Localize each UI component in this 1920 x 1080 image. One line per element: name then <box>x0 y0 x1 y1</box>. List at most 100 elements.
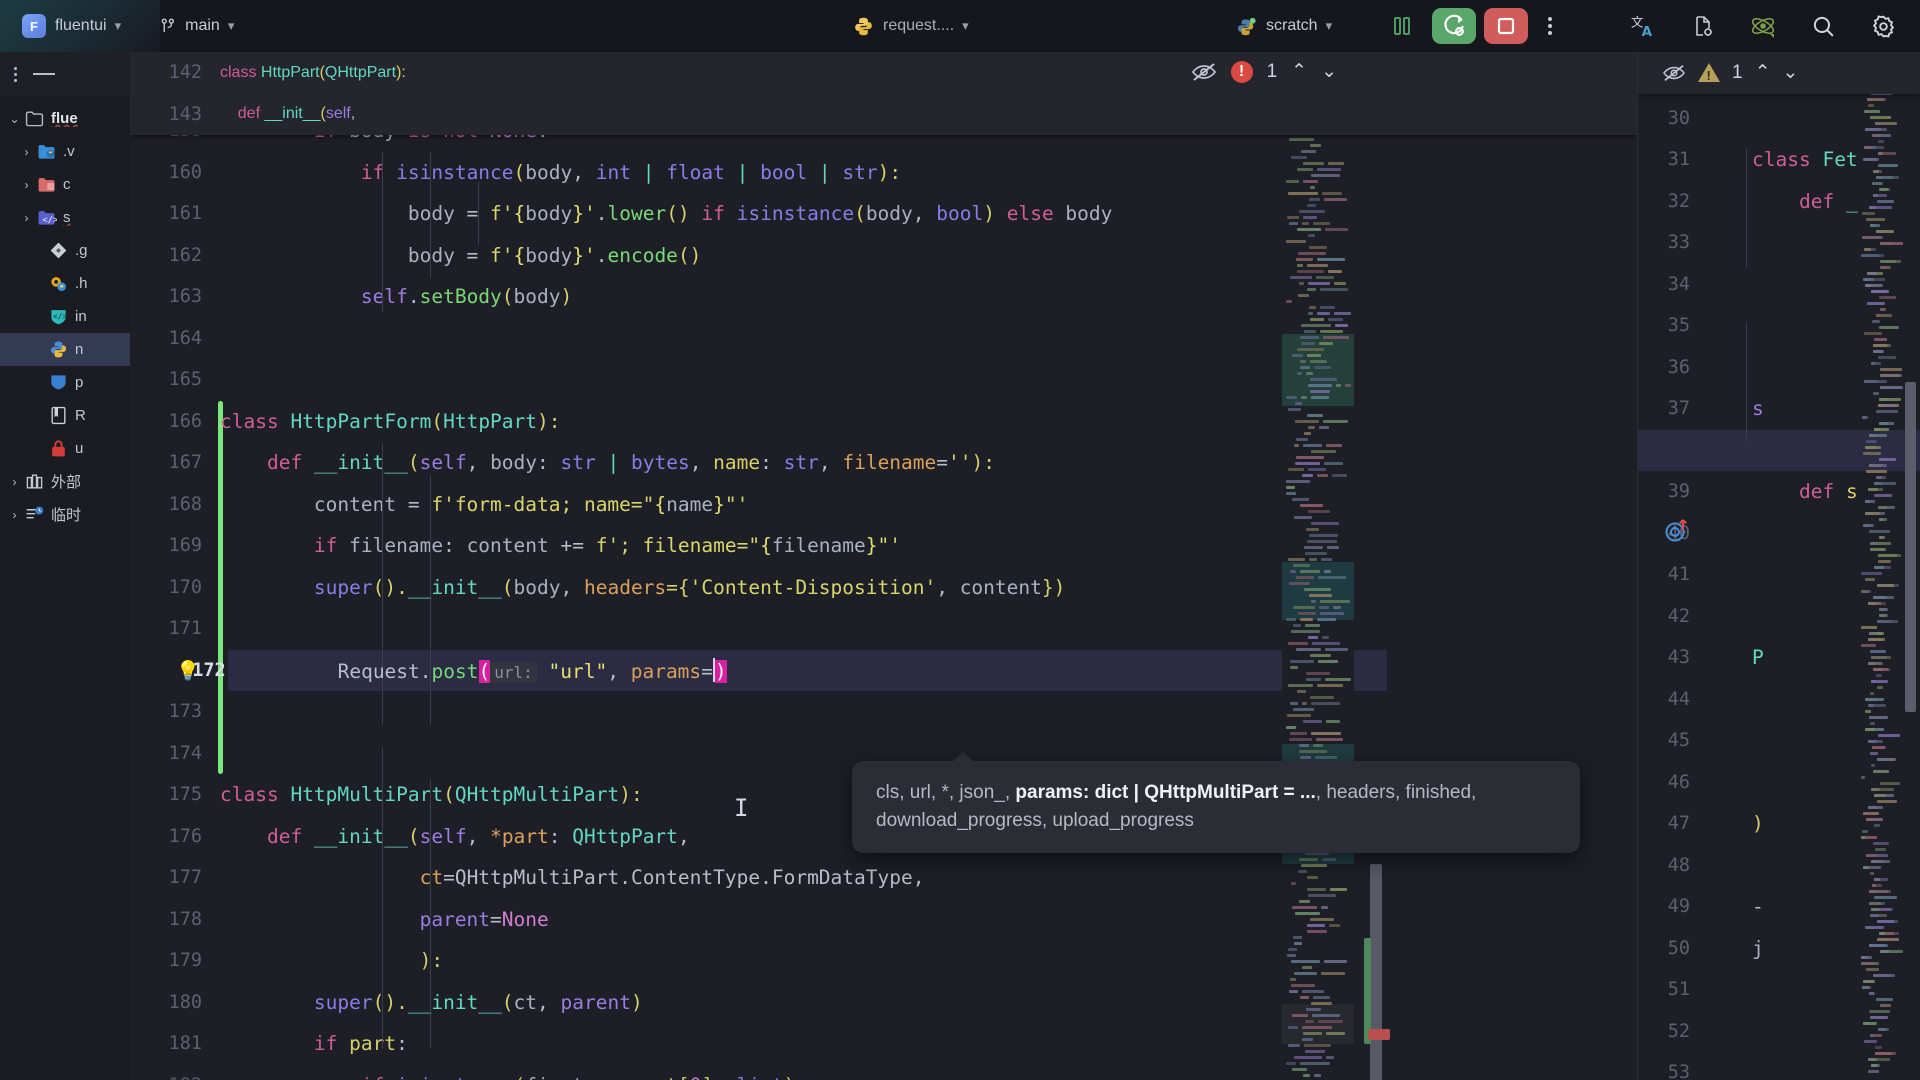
scratch-configuration-selector[interactable]: scratch ▾ <box>1228 11 1340 42</box>
code-line-173[interactable]: 173 <box>130 691 1637 733</box>
minimap-code-line <box>1322 636 1329 639</box>
rerun-button[interactable] <box>1432 8 1476 44</box>
more-options-button[interactable] <box>1536 9 1564 43</box>
code-line-171[interactable]: 171 <box>130 608 1637 650</box>
collapse-all-button[interactable] <box>33 73 55 75</box>
tree-item-3[interactable]: › </> s <box>0 201 130 234</box>
code-line-178[interactable]: 178 parent=None <box>130 899 1637 941</box>
minimap-code-line <box>1300 996 1309 999</box>
line-text: j <box>1700 937 1764 960</box>
intention-bulb-icon[interactable]: 💡 <box>176 659 200 682</box>
code-line-180[interactable]: 180 super().__init__(ct, parent) <box>130 982 1637 1024</box>
editor-scrollbar[interactable] <box>1364 52 1390 1080</box>
minimap-code-line <box>1302 474 1313 477</box>
code-line-165[interactable]: 165 <box>130 359 1637 401</box>
eye-crossed-icon[interactable] <box>1662 63 1686 83</box>
tree-item-7[interactable]: n <box>0 333 130 366</box>
eye-crossed-icon[interactable] <box>1191 61 1217 83</box>
secondary-scrollbar-thumb[interactable] <box>1905 382 1916 712</box>
code-line-177[interactable]: 177 ct=QHttpMultiPart.ContentType.FormDa… <box>130 857 1637 899</box>
chevron-right-icon[interactable]: › <box>18 145 35 159</box>
code-line-167[interactable]: 167 def __init__(self, body: str | bytes… <box>130 442 1637 484</box>
search-button[interactable] <box>1810 13 1836 39</box>
code-line-170[interactable]: 170 super().__init__(body, headers={'Con… <box>130 567 1637 609</box>
code-line-160[interactable]: 160 if isinstance(body, int | float | bo… <box>130 152 1637 194</box>
project-options-button[interactable] <box>14 66 17 82</box>
code-editor[interactable]: 159 if body is not None:160 if isinstanc… <box>130 52 1637 1080</box>
minimap-code-line <box>1308 510 1330 513</box>
code-token: : <box>760 451 784 475</box>
code-line-166[interactable]: 166 class HttpPartForm(HttpPart): <box>130 401 1637 443</box>
code-line-181[interactable]: 181 if part: <box>130 1023 1637 1065</box>
code-token: ) <box>560 285 573 309</box>
secondary-inspection-widget[interactable]: 1 ⌃ ⌄ <box>1662 61 1798 84</box>
secondary-editor-pane[interactable]: 293031class Fet32 def _3334353637s3839 d… <box>1637 52 1920 1080</box>
stop-button[interactable] <box>1484 8 1528 44</box>
code-token: __init__ <box>264 105 321 123</box>
file-settings-button[interactable] <box>1690 13 1716 39</box>
chevron-right-icon[interactable]: › <box>6 508 23 522</box>
chevron-right-icon[interactable]: › <box>6 475 23 489</box>
run-configuration-selector[interactable]: request.... ▾ <box>845 11 977 42</box>
line-text: s <box>1700 397 1764 420</box>
minimap-code-line <box>1879 608 1888 611</box>
tree-item-11[interactable]: › 外部 <box>0 465 130 498</box>
chevron-down-icon[interactable]: ⌄ <box>1321 60 1337 83</box>
branch-selector[interactable]: main ▾ <box>151 12 242 40</box>
tree-item-0[interactable]: ⌄ flue <box>0 102 130 135</box>
minimap-code-line <box>1876 674 1882 677</box>
code-line-172[interactable]: 💡 172 Request.post(url: "url", params=) <box>130 649 1637 691</box>
code-token: Request <box>337 659 420 683</box>
atom-button[interactable] <box>1750 13 1776 39</box>
minimap-code-line <box>1295 462 1320 465</box>
code-line-182[interactable]: 182 if isinstance(first := part[0], list… <box>130 1065 1637 1080</box>
tree-item-label: in <box>75 308 87 325</box>
indent-guide <box>1746 322 1747 442</box>
code-line-161[interactable]: 161 body = f'{body}'.lower() if isinstan… <box>130 193 1637 235</box>
inspection-widget[interactable]: ! 1 ⌃ ⌄ <box>1191 60 1337 83</box>
code-token: ' <box>583 202 596 226</box>
run-target-icon[interactable] <box>1664 518 1690 544</box>
tree-item-4[interactable]: .g <box>0 234 130 267</box>
tree-item-6[interactable]: </> in <box>0 300 130 333</box>
chevron-up-icon[interactable]: ⌃ <box>1291 60 1307 83</box>
tree-item-12[interactable]: › 临时 <box>0 498 130 531</box>
code-line-168[interactable]: 168 content = f'form-data; name="{name}"… <box>130 484 1637 526</box>
code-line-169[interactable]: 169 if filename: content += f'; filename… <box>130 525 1637 567</box>
sticky-line-143[interactable]: 143 def __init__(self, <box>130 94 1637 136</box>
editor-minimap[interactable] <box>1282 104 1354 1080</box>
chevron-down-icon[interactable]: ⌄ <box>1783 61 1799 84</box>
minimap-code-line <box>1870 1034 1874 1037</box>
minimap-code-line <box>1300 360 1306 363</box>
translate-button[interactable]: 文 A <box>1630 13 1656 39</box>
tree-item-10[interactable]: u <box>0 432 130 465</box>
minimap-code-line <box>1325 648 1348 651</box>
chevron-right-icon[interactable]: › <box>18 178 35 192</box>
tree-item-2[interactable]: › c <box>0 168 130 201</box>
tree-item-1[interactable]: › .v <box>0 135 130 168</box>
line-number: 31 <box>1667 149 1690 171</box>
chevron-right-icon[interactable]: › <box>18 211 35 225</box>
sticky-line-142[interactable]: 142 class HttpPart(QHttpPart): <box>130 52 1637 94</box>
settings-button[interactable] <box>1870 13 1896 39</box>
code-line-163[interactable]: 163 self.setBody(body) <box>130 276 1637 318</box>
pause-button[interactable] <box>1380 8 1424 44</box>
code-token: class <box>220 783 291 807</box>
code-line-162[interactable]: 162 body = f'{body}'.encode() <box>130 235 1637 277</box>
code-line-179[interactable]: 179 ): <box>130 940 1637 982</box>
code-token: | <box>807 160 843 184</box>
chevron-up-icon[interactable]: ⌃ <box>1755 61 1771 84</box>
tree-item-9[interactable]: R <box>0 399 130 432</box>
chevron-down-icon[interactable]: ⌄ <box>6 112 23 126</box>
tree-item-5[interactable]: .h <box>0 267 130 300</box>
minimap-code-line <box>1306 672 1330 675</box>
code-line-164[interactable]: 164 <box>130 318 1637 360</box>
line-text: ): <box>214 949 443 972</box>
tree-item-8[interactable]: p <box>0 366 130 399</box>
scrollbar-thumb[interactable] <box>1370 864 1382 1080</box>
project-selector[interactable]: F fluentui ▾ <box>14 9 129 43</box>
minimap-code-line <box>1875 122 1880 125</box>
minimap-code-line <box>1878 356 1896 359</box>
editor-code[interactable]: 159 if body is not None:160 if isinstanc… <box>130 52 1637 1080</box>
